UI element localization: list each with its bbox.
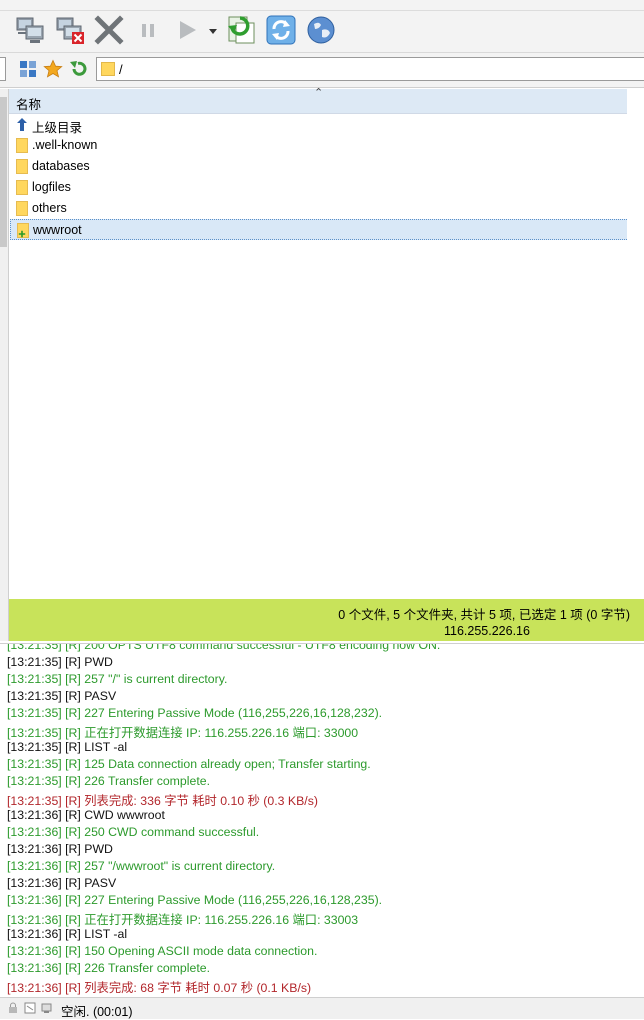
log-line: [13:21:35] [R] PASV xyxy=(7,689,117,703)
log-line: [13:21:36] [R] 250 CWD command successfu… xyxy=(7,825,260,839)
selection-status-bar: 0 个文件, 5 个文件夹, 共计 5 项, 已选定 1 项 (0 字节) 11… xyxy=(9,599,644,641)
column-header-name[interactable]: ⌃ 名称 xyxy=(9,87,627,114)
path-text: / xyxy=(119,62,123,77)
selection-summary: 0 个文件, 5 个文件夹, 共计 5 项, 已选定 1 项 (0 字节) xyxy=(338,608,630,622)
left-scrollbar-thumb[interactable] xyxy=(0,97,7,247)
list-item[interactable]: others xyxy=(9,198,644,219)
folder-icon xyxy=(101,62,115,76)
log-line: [13:21:36] [R] 227 Entering Passive Mode… xyxy=(7,893,383,907)
lock-icon xyxy=(7,1002,19,1014)
list-item-label: others xyxy=(32,201,67,215)
log-line: [13:21:35] [R] 列表完成: 336 字节 耗时 0.10 秒 (0… xyxy=(7,794,318,808)
play-icon[interactable] xyxy=(172,14,204,46)
log-line: [13:21:36] [R] PASV xyxy=(7,876,117,890)
log-panel[interactable]: [13:21:35] [R] 200 OPTS UTF8 command suc… xyxy=(0,643,644,998)
log-line: [13:21:35] [R] 257 "/" is current direct… xyxy=(7,672,228,686)
folder-icon xyxy=(16,201,28,216)
log-line: [13:21:36] [R] CWD wwwroot xyxy=(7,808,165,822)
connection-window-icon xyxy=(24,1002,36,1014)
list-item-selected[interactable]: wwwroot xyxy=(10,219,644,240)
download-icon[interactable] xyxy=(226,14,258,46)
log-line: [13:21:36] [R] 列表完成: 68 字节 耗时 0.07 秒 (0.… xyxy=(7,981,312,995)
list-item-label: databases xyxy=(32,159,90,173)
log-line: [13:21:36] [R] PWD xyxy=(7,842,113,856)
log-line: [13:21:36] [R] 150 Opening ASCII mode da… xyxy=(7,944,318,958)
sort-ascending-icon: ⌃ xyxy=(314,87,324,99)
log-line: [13:21:35] [R] 正在打开数据连接 IP: 116.255.226.… xyxy=(7,726,359,740)
file-list-scroll-area[interactable] xyxy=(627,89,644,599)
left-pane-edge xyxy=(0,57,6,81)
idle-status-text: 空闲. (00:01) xyxy=(61,1005,133,1019)
folder-icon xyxy=(16,138,28,153)
list-item[interactable]: databases xyxy=(9,156,644,177)
log-line: [13:21:36] [R] 正在打开数据连接 IP: 116.255.226.… xyxy=(7,913,359,927)
file-list: ⌃ 名称 上级目录 .well-known databases logfiles… xyxy=(9,87,644,599)
list-item[interactable]: .well-known xyxy=(9,135,644,156)
toolbar-divider xyxy=(0,10,644,11)
folder-icon xyxy=(16,180,28,195)
disconnect-icon[interactable] xyxy=(54,14,86,46)
favorites-star-icon[interactable] xyxy=(43,59,63,79)
log-line: [13:21:35] [R] PWD xyxy=(7,655,113,669)
globe-icon[interactable] xyxy=(305,14,337,46)
site-manager-icon[interactable] xyxy=(18,59,38,79)
list-item[interactable]: logfiles xyxy=(9,177,644,198)
connect-icon[interactable] xyxy=(14,14,46,46)
left-pane-splitter[interactable] xyxy=(0,89,9,641)
address-bar: / xyxy=(0,53,644,88)
log-line: [13:21:36] [R] 226 Transfer complete. xyxy=(7,961,211,975)
folder-icon xyxy=(16,159,28,174)
list-item-label: 上级目录 xyxy=(32,121,83,135)
log-line: [13:21:35] [R] 200 OPTS UTF8 command suc… xyxy=(7,643,441,652)
queue-icon xyxy=(41,1002,53,1014)
dropdown-arrow-icon[interactable] xyxy=(206,14,220,46)
server-address: 116.255.226.16 xyxy=(444,624,530,638)
parent-directory-icon xyxy=(16,117,28,132)
list-item-label: wwwroot xyxy=(33,223,82,237)
folder-icon xyxy=(17,223,29,238)
log-line: [13:21:35] [R] LIST -al xyxy=(7,740,128,754)
bottom-status-bar: 空闲. (00:01) xyxy=(0,997,644,1019)
log-line: [13:21:35] [R] 125 Data connection alrea… xyxy=(7,757,371,771)
toolbar xyxy=(0,0,644,53)
path-input[interactable]: / xyxy=(96,57,644,81)
list-item-label: logfiles xyxy=(32,180,71,194)
pause-icon[interactable] xyxy=(133,14,165,46)
back-arrow-icon[interactable] xyxy=(68,59,88,79)
log-line: [13:21:35] [R] 226 Transfer complete. xyxy=(7,774,211,788)
list-item-label: .well-known xyxy=(32,138,98,152)
log-line: [13:21:36] [R] LIST -al xyxy=(7,927,128,941)
log-line: [13:21:35] [R] 227 Entering Passive Mode… xyxy=(7,706,383,720)
column-header-label: 名称 xyxy=(16,98,42,112)
log-line: [13:21:36] [R] 257 "/wwwroot" is current… xyxy=(7,859,276,873)
stop-icon[interactable] xyxy=(93,14,125,46)
refresh-icon[interactable] xyxy=(265,14,297,46)
list-item-parent-directory[interactable]: 上级目录 xyxy=(9,114,644,135)
